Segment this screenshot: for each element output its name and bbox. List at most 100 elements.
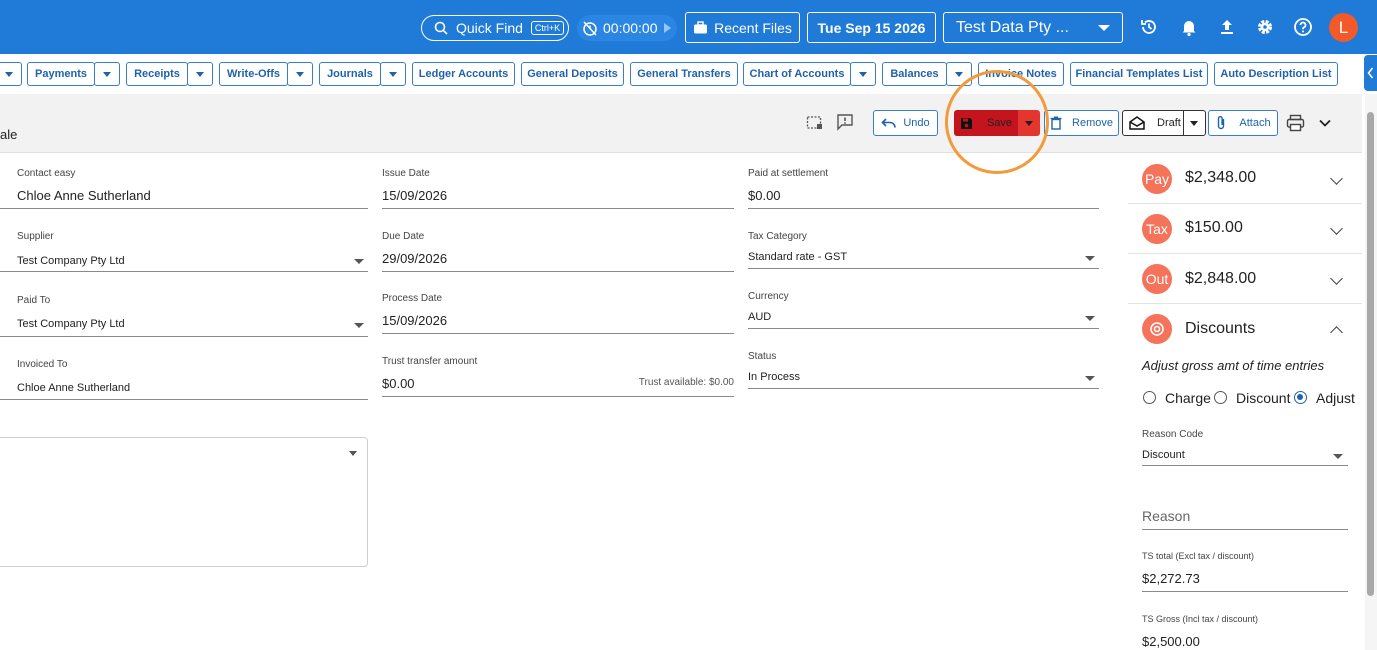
avatar[interactable]: L — [1329, 13, 1358, 42]
chevron-up-icon[interactable] — [1330, 326, 1343, 339]
quick-find-label: Quick Find — [456, 20, 523, 36]
recent-files-button[interactable]: Recent Files — [685, 12, 800, 43]
reason-code-select[interactable]: Discount — [1142, 449, 1185, 461]
paid-to-select[interactable]: Test Company Pty Ltd — [17, 318, 125, 330]
nav-payments-dropdown[interactable] — [94, 62, 120, 86]
bell-icon[interactable] — [1179, 17, 1199, 37]
trash-icon — [1050, 116, 1062, 130]
remove-label: Remove — [1072, 117, 1113, 129]
draft-button[interactable]: Draft — [1122, 110, 1206, 136]
nav-write-offs-dropdown[interactable] — [287, 62, 313, 86]
nav-journals-dropdown[interactable] — [380, 62, 406, 86]
chevron-down-icon[interactable] — [1318, 117, 1332, 129]
process-date-field[interactable]: 15/09/2026 — [382, 313, 447, 328]
quick-find-button[interactable]: Quick Find Ctrl+K — [421, 15, 569, 41]
paid-at-settlement-field[interactable]: $0.00 — [748, 188, 781, 203]
nav-financial-templates[interactable]: Financial Templates List — [1070, 62, 1208, 86]
undo-button[interactable]: Undo — [873, 110, 938, 136]
trust-available-text: Trust available: $0.00 — [638, 377, 734, 388]
scrollbar-thumb[interactable] — [1367, 112, 1374, 596]
nav-receipts[interactable]: Receipts — [126, 62, 188, 86]
invoiced-to-label: Invoiced To — [17, 359, 68, 370]
tax-amount: $150.00 — [1185, 219, 1243, 236]
nav-chart-dropdown[interactable] — [850, 62, 876, 86]
paid-at-settlement-underline — [748, 208, 1099, 209]
select-area-icon[interactable] — [806, 114, 824, 132]
nav-chart-of-accounts[interactable]: Chart of Accounts — [743, 62, 851, 86]
chevron-down-icon — [1098, 25, 1110, 31]
trust-transfer-underline — [382, 396, 734, 397]
due-date-label: Due Date — [382, 231, 425, 242]
nav-general-transfers[interactable]: General Transfers — [630, 62, 738, 86]
mail-open-icon — [1129, 116, 1145, 130]
adjust-radio[interactable] — [1294, 391, 1307, 404]
contact-field[interactable]: Chloe Anne Sutherland — [17, 188, 151, 203]
nav-journals[interactable]: Journals — [319, 62, 381, 86]
discount-icon — [1142, 314, 1172, 344]
upload-icon[interactable] — [1217, 17, 1237, 37]
date-button[interactable]: Tue Sep 15 2026 — [807, 12, 936, 43]
process-date-label: Process Date — [382, 293, 443, 304]
trust-transfer-label: Trust transfer amount — [382, 356, 478, 367]
panel-toggle-tab[interactable] — [1364, 55, 1377, 91]
chevron-down-icon — [1085, 316, 1095, 321]
paperclip-icon — [1218, 116, 1225, 130]
description-textarea[interactable] — [0, 437, 368, 567]
remove-button[interactable]: Remove — [1044, 110, 1119, 136]
issue-date-label: Issue Date — [382, 168, 430, 179]
supplier-select[interactable]: Test Company Pty Ltd — [17, 255, 125, 267]
help-icon[interactable] — [1293, 17, 1313, 37]
search-icon — [434, 21, 448, 35]
reason-input[interactable]: Reason — [1142, 508, 1190, 524]
tax-category-select[interactable]: Standard rate - GST — [748, 251, 847, 263]
company-selector[interactable]: Test Data Pty ... — [943, 12, 1123, 43]
charge-radio[interactable] — [1143, 391, 1156, 404]
reason-underline — [1142, 529, 1348, 530]
ts-gross-field[interactable]: $2,500.00 — [1142, 634, 1200, 649]
draft-label: Draft — [1157, 117, 1181, 129]
draft-divider — [1183, 111, 1184, 135]
paid-at-settlement-label: Paid at settlement — [748, 168, 829, 179]
attach-button[interactable]: Attach — [1208, 110, 1278, 136]
briefcase-icon — [694, 20, 708, 33]
supplier-underline — [0, 271, 368, 272]
trust-transfer-field[interactable]: $0.00 — [382, 376, 415, 391]
currency-label: Currency — [748, 291, 789, 302]
pay-amount: $2,348.00 — [1185, 169, 1257, 186]
nav-balances[interactable]: Balances — [882, 62, 947, 86]
draft-dropdown-caret[interactable] — [1190, 121, 1198, 126]
issue-date-field[interactable]: 15/09/2026 — [382, 188, 447, 203]
chevron-down-icon — [1085, 376, 1095, 381]
supplier-label: Supplier — [17, 231, 54, 242]
timer-value: 00:00:00 — [603, 20, 658, 36]
timer-widget[interactable]: 00:00:00 — [577, 15, 677, 41]
nav-auto-description[interactable]: Auto Description List — [1214, 62, 1338, 86]
out-amount: $2,848.00 — [1185, 270, 1257, 287]
tax-badge: Tax — [1142, 214, 1172, 244]
tax-category-underline — [748, 268, 1099, 269]
currency-underline — [748, 328, 1099, 329]
nav-ledger-accounts[interactable]: Ledger Accounts — [412, 62, 515, 86]
due-date-field[interactable]: 29/09/2026 — [382, 251, 447, 266]
nav-write-offs[interactable]: Write-Offs — [219, 62, 288, 86]
issue-date-underline — [382, 208, 734, 209]
comment-alert-icon[interactable] — [836, 113, 854, 131]
ts-total-label: TS total (Excl tax / discount) — [1142, 551, 1255, 561]
undo-label: Undo — [903, 117, 930, 129]
chevron-down-icon — [349, 451, 357, 456]
nav-payments[interactable]: Payments — [27, 62, 95, 86]
ts-total-field[interactable]: $2,272.73 — [1142, 571, 1200, 586]
scrollbar[interactable] — [1365, 94, 1377, 650]
discount-radio[interactable] — [1214, 391, 1227, 404]
nav-general-deposits[interactable]: General Deposits — [521, 62, 624, 86]
nav-dropdown-0[interactable] — [0, 62, 22, 86]
play-icon[interactable] — [664, 23, 671, 33]
status-select[interactable]: In Process — [748, 371, 800, 383]
chevron-down-icon — [354, 259, 364, 264]
print-icon[interactable] — [1286, 114, 1305, 132]
invoiced-to-field[interactable]: Chloe Anne Sutherland — [17, 382, 130, 394]
gear-icon[interactable] — [1255, 17, 1275, 37]
nav-receipts-dropdown[interactable] — [187, 62, 213, 86]
history-icon[interactable] — [1139, 17, 1159, 37]
currency-select[interactable]: AUD — [748, 311, 771, 323]
